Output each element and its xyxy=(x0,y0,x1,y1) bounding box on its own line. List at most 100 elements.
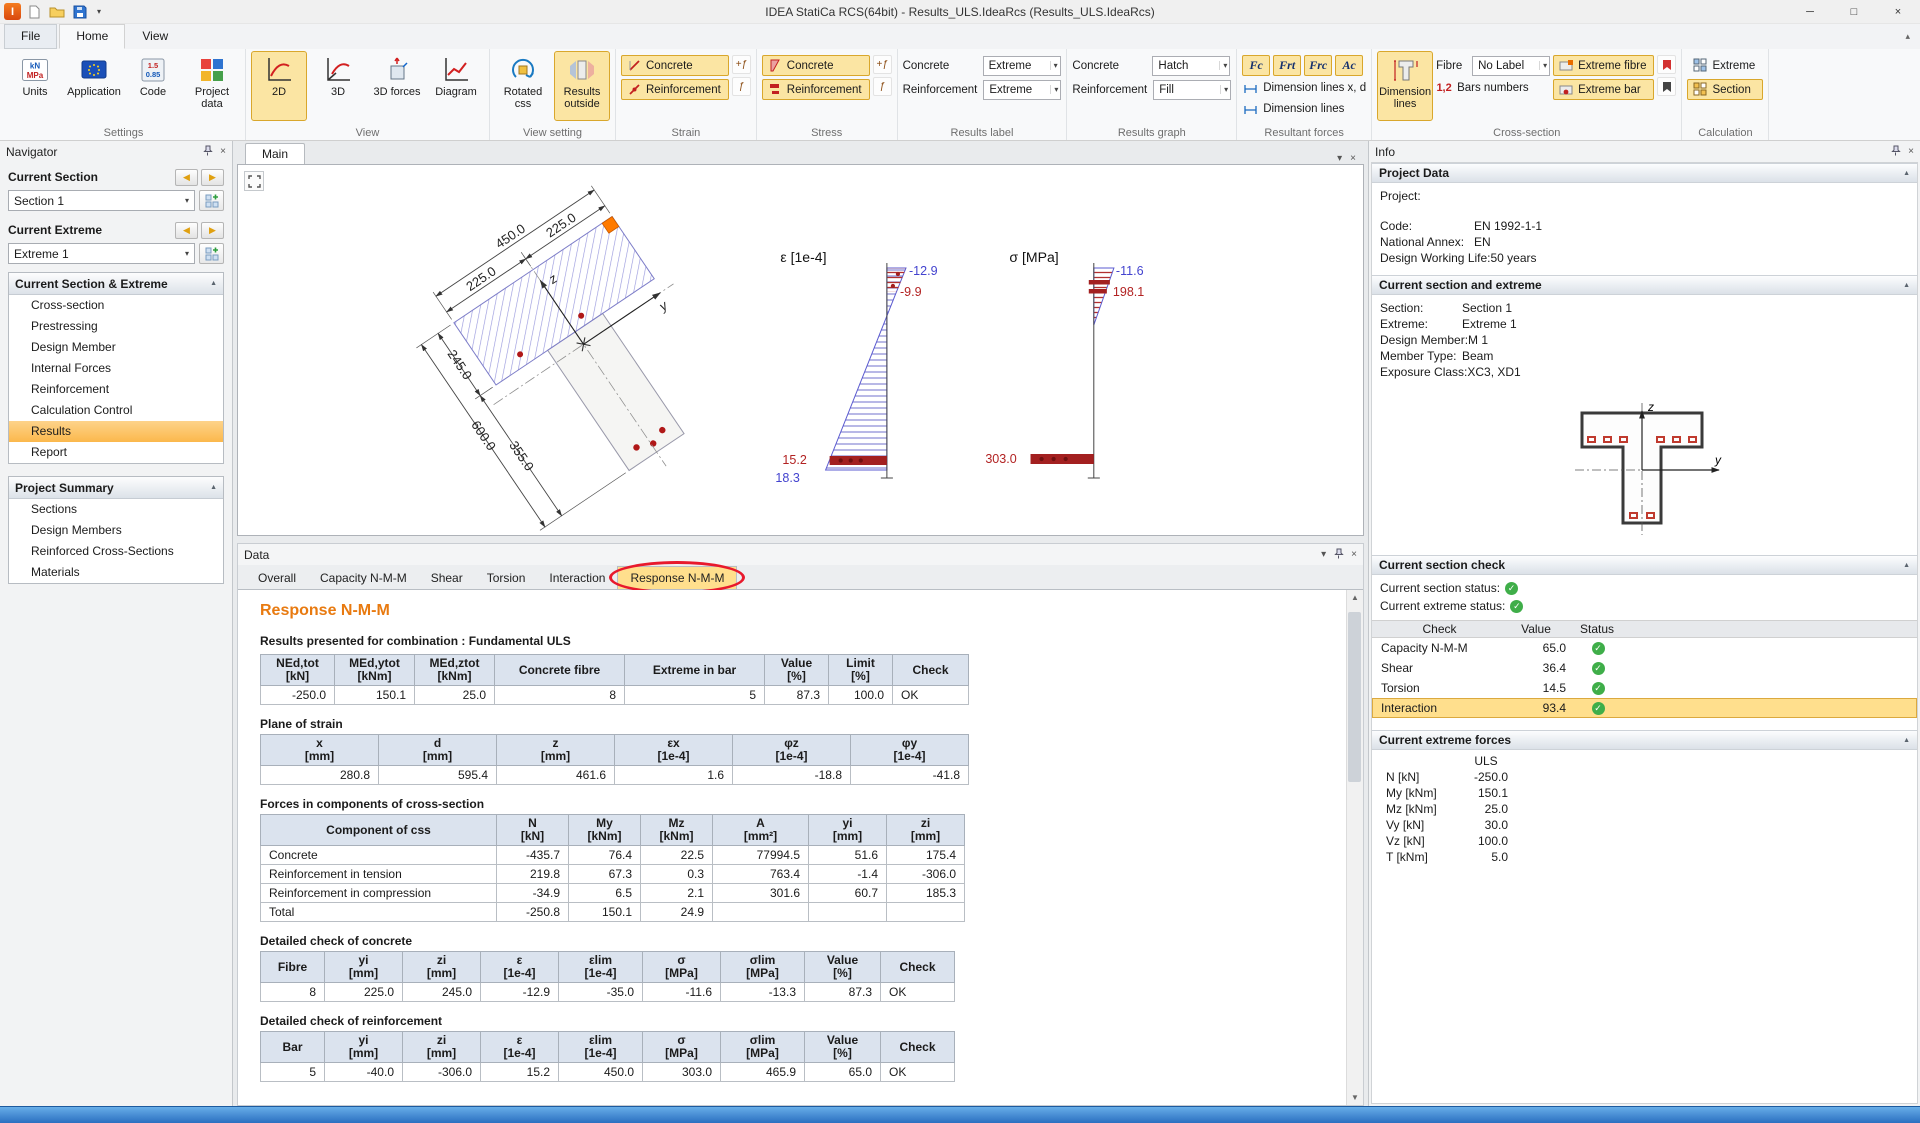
sidebar-item-cross-section[interactable]: Cross-section xyxy=(9,295,223,316)
sidebar-item-internal-forces[interactable]: Internal Forces xyxy=(9,358,223,379)
collapse-icon[interactable]: ▲ xyxy=(210,484,217,491)
dimension-lines-xd-toggle[interactable]: Dimension lines x, d xyxy=(1242,79,1366,97)
section-header-extreme-forces[interactable]: Current extreme forces ▲ xyxy=(1372,730,1917,750)
check-row-shear[interactable]: Shear 36.4 ✓ xyxy=(1372,658,1917,678)
collapse-icon[interactable]: ▲ xyxy=(210,280,217,287)
collapse-icon[interactable]: ▲ xyxy=(1903,562,1910,569)
view-2d-button[interactable]: 2D xyxy=(251,51,307,121)
calculation-section-button[interactable]: Section xyxy=(1687,79,1763,100)
next-extreme-button[interactable]: ▶ xyxy=(201,222,224,239)
extreme-bar-marker-icon[interactable] xyxy=(1657,77,1676,96)
extreme-bar-toggle[interactable]: Extreme bar xyxy=(1553,79,1654,100)
stress-add-label-icon[interactable]: +ƒ xyxy=(873,55,892,74)
strain-add-label-icon[interactable]: +ƒ xyxy=(732,55,751,74)
view-3d-forces-button[interactable]: 3D forces xyxy=(369,51,425,121)
previous-section-button[interactable]: ◀ xyxy=(175,169,198,186)
stress-reinforcement-toggle[interactable]: Reinforcement xyxy=(762,79,870,100)
sidebar-item-sections[interactable]: Sections xyxy=(9,499,223,520)
tab-home[interactable]: Home xyxy=(59,24,125,49)
sidebar-item-design-member[interactable]: Design Member xyxy=(9,337,223,358)
current-section-select[interactable]: Section 1 ▾ xyxy=(8,190,195,211)
tab-response-nmm[interactable]: Response N-M-M xyxy=(617,566,737,589)
section-manager-button[interactable] xyxy=(199,190,224,211)
results-outside-button[interactable]: Results outside xyxy=(554,51,610,121)
save-icon[interactable] xyxy=(70,2,90,22)
maximize-button[interactable]: □ xyxy=(1832,0,1876,23)
sidebar-item-materials[interactable]: Materials xyxy=(9,562,223,583)
extreme-fibre-toggle[interactable]: Extreme fibre xyxy=(1553,55,1654,76)
tab-overall[interactable]: Overall xyxy=(246,567,308,589)
concrete-graph-select[interactable]: Hatch ▾ xyxy=(1152,56,1230,76)
fibre-select[interactable]: No Label ▾ xyxy=(1472,56,1550,76)
close-panel-icon[interactable]: × xyxy=(1908,146,1914,157)
close-panel-icon[interactable]: × xyxy=(220,146,226,157)
open-file-icon[interactable] xyxy=(47,2,67,22)
minimize-button[interactable]: ─ xyxy=(1788,0,1832,23)
project-data-button[interactable]: Project data xyxy=(184,51,240,121)
frt-toggle[interactable]: Frt xyxy=(1273,55,1301,76)
extreme-manager-button[interactable] xyxy=(199,243,224,264)
pin-icon[interactable] xyxy=(1890,145,1901,159)
close-panel-icon[interactable]: × xyxy=(1351,549,1357,560)
stress-concrete-toggle[interactable]: Concrete xyxy=(762,55,870,76)
scroll-down-icon[interactable]: ▼ xyxy=(1351,1093,1359,1102)
application-button[interactable]: Application xyxy=(66,51,122,121)
view-diagram-button[interactable]: Diagram xyxy=(428,51,484,121)
rotated-css-button[interactable]: Rotated css xyxy=(495,51,551,121)
section-header-project-data[interactable]: Project Data ▲ xyxy=(1372,163,1917,183)
quick-access-dropdown-icon[interactable]: ▾ xyxy=(93,2,105,22)
collapse-icon[interactable]: ▲ xyxy=(1903,170,1910,177)
pin-icon[interactable] xyxy=(1333,548,1344,562)
collapse-icon[interactable]: ▲ xyxy=(1903,282,1910,289)
panel-menu-icon[interactable]: ▾ xyxy=(1321,549,1326,560)
tab-view[interactable]: View xyxy=(125,24,185,49)
scroll-up-icon[interactable]: ▲ xyxy=(1351,593,1359,602)
ribbon-collapse-icon[interactable]: ▴ xyxy=(1905,31,1910,42)
strain-concrete-toggle[interactable]: Concrete xyxy=(621,55,729,76)
sidebar-item-design-members[interactable]: Design Members xyxy=(9,520,223,541)
previous-extreme-button[interactable]: ◀ xyxy=(175,222,198,239)
check-row-torsion[interactable]: Torsion 14.5 ✓ xyxy=(1372,678,1917,698)
pin-icon[interactable] xyxy=(202,145,213,159)
concrete-label-select[interactable]: Extreme ▾ xyxy=(983,56,1061,76)
sidebar-item-report[interactable]: Report xyxy=(9,442,223,463)
strain-edit-label-icon[interactable]: ƒ xyxy=(732,77,751,96)
sidebar-item-reinforced-cross-sections[interactable]: Reinforced Cross-Sections xyxy=(9,541,223,562)
tab-torsion[interactable]: Torsion xyxy=(475,567,538,589)
fc-toggle[interactable]: Fc xyxy=(1242,55,1270,76)
section-header-section-check[interactable]: Current section check ▲ xyxy=(1372,555,1917,575)
code-button[interactable]: 1.50.85 Code xyxy=(125,51,181,121)
tab-main[interactable]: Main xyxy=(245,143,305,164)
drawing-canvas[interactable]: z y 225.0 225.0 450.0 xyxy=(237,164,1364,536)
close-tab-icon[interactable]: × xyxy=(1350,153,1356,164)
tab-capacity-nmm[interactable]: Capacity N-M-M xyxy=(308,567,419,589)
cs-dimension-lines-button[interactable]: Dimension lines xyxy=(1377,51,1433,121)
ac-toggle[interactable]: Ac xyxy=(1335,55,1363,76)
view-3d-button[interactable]: 3D xyxy=(310,51,366,121)
zoom-fit-button[interactable] xyxy=(244,171,264,191)
tab-interaction[interactable]: Interaction xyxy=(537,567,617,589)
tab-file[interactable]: File xyxy=(4,24,57,49)
reinforcement-graph-select[interactable]: Fill ▾ xyxy=(1153,80,1231,100)
calculation-extreme-button[interactable]: Extreme xyxy=(1687,55,1763,76)
dimension-lines-toggle[interactable]: Dimension lines xyxy=(1242,100,1366,118)
units-button[interactable]: kNMPa Units xyxy=(7,51,63,121)
new-file-icon[interactable] xyxy=(24,2,44,22)
section-header-current-section[interactable]: Current section and extreme ▲ xyxy=(1372,275,1917,295)
stress-edit-label-icon[interactable]: ƒ xyxy=(873,77,892,96)
tab-list-icon[interactable]: ▾ xyxy=(1337,153,1342,164)
sidebar-item-results[interactable]: Results xyxy=(9,421,223,442)
close-button[interactable]: × xyxy=(1876,0,1920,23)
frc-toggle[interactable]: Frc xyxy=(1304,55,1332,76)
reinforcement-label-select[interactable]: Extreme ▾ xyxy=(983,80,1061,100)
next-section-button[interactable]: ▶ xyxy=(201,169,224,186)
collapse-icon[interactable]: ▲ xyxy=(1903,737,1910,744)
tab-shear[interactable]: Shear xyxy=(419,567,475,589)
scrollbar-thumb[interactable] xyxy=(1348,612,1361,782)
check-row-interaction[interactable]: Interaction 93.4 ✓ xyxy=(1372,698,1917,718)
strain-reinforcement-toggle[interactable]: Reinforcement xyxy=(621,79,729,100)
check-row-capacity[interactable]: Capacity N-M-M 65.0 ✓ xyxy=(1372,638,1917,658)
sidebar-item-prestressing[interactable]: Prestressing xyxy=(9,316,223,337)
sidebar-item-reinforcement[interactable]: Reinforcement xyxy=(9,379,223,400)
extreme-fibre-marker-icon[interactable] xyxy=(1657,55,1676,74)
